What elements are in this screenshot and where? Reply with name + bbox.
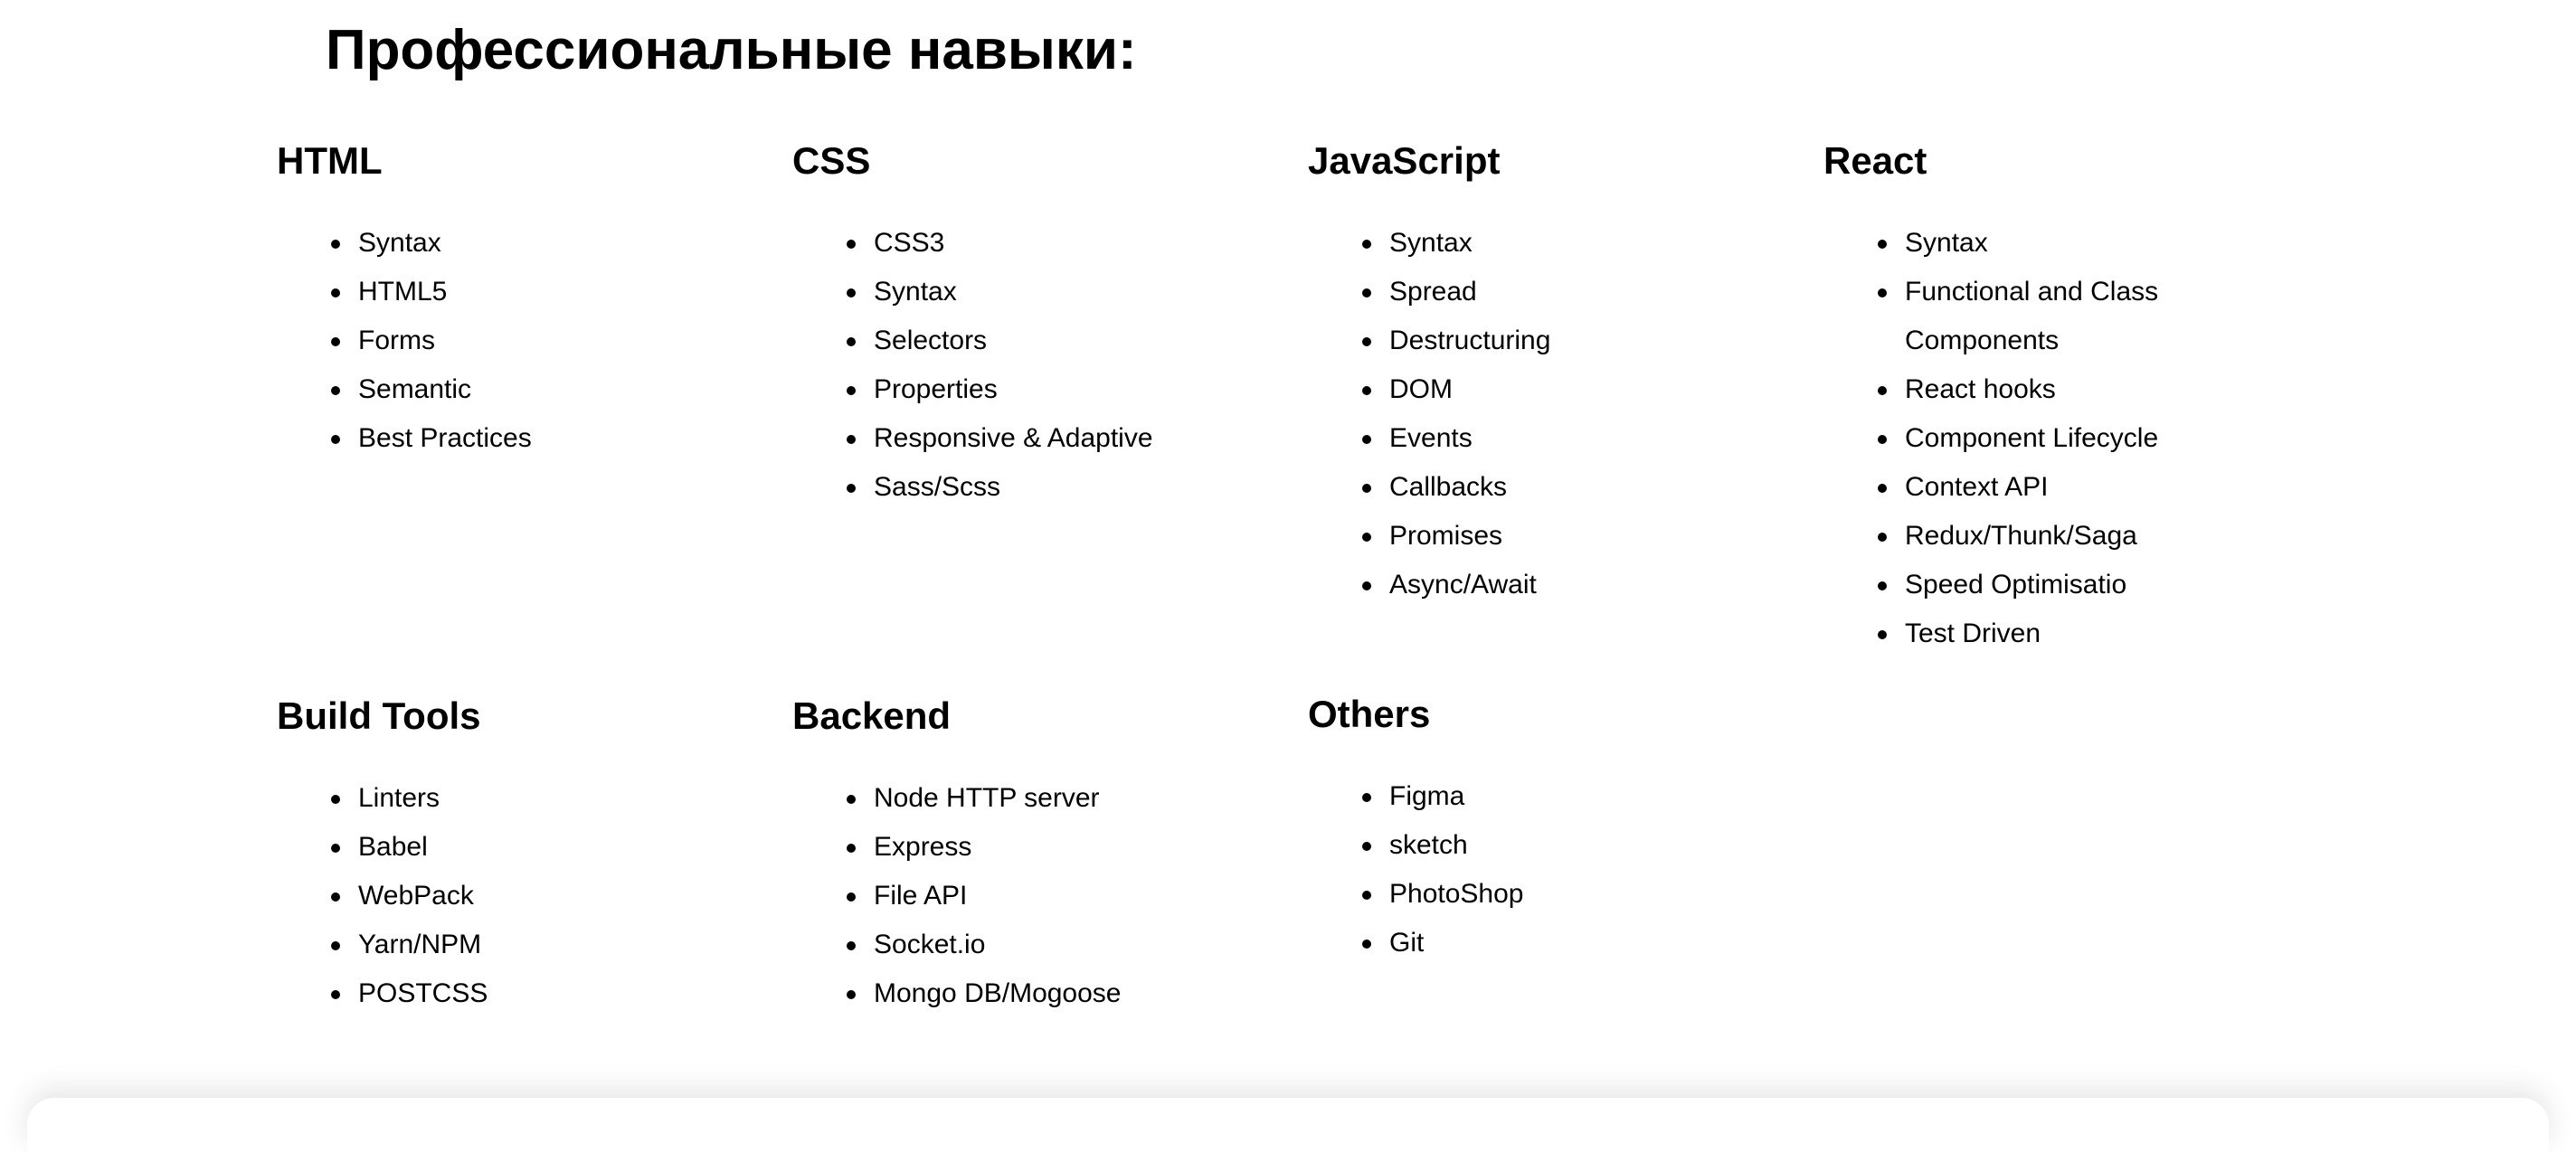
list-item: Best Practices [331,414,747,463]
group-title-others: Others [1308,693,1431,735]
list-item: Git [1362,919,1778,968]
skill-list-others: Figma sketch PhotoShop Git [1308,772,1778,968]
list-item: Speed Optimisatio [1878,561,2203,609]
list-item: Test Driven [1878,609,2203,658]
list-item: Syntax [1362,219,1778,268]
skill-list-backend: Node HTTP server Express File API Socket… [792,774,1263,1018]
list-item: Destructuring [1362,316,1778,365]
group-title-javascript: JavaScript [1308,139,1501,182]
skills-grid: HTML Syntax HTML5 Forms Semantic Best Pr… [277,0,2357,1116]
list-item: Responsive & Adaptive [847,414,1263,463]
list-item: POSTCSS [331,969,747,1018]
list-item: Semantic [331,365,747,414]
list-item: Babel [331,823,747,872]
skill-group-javascript: JavaScript Syntax Spread Destructuring D… [1308,137,1778,609]
skill-group-react: React Syntax Functional and Class Compon… [1823,137,2294,658]
skill-group-css: CSS CSS3 Syntax Selectors Properties Res… [792,137,1263,512]
group-title-react: React [1823,139,1927,182]
list-item: Forms [331,316,747,365]
skill-group-others: Others Figma sketch PhotoShop Git [1308,691,1778,968]
list-item: Functional and Class Components [1878,268,2203,365]
list-item: PhotoShop [1362,870,1778,919]
list-item: Events [1362,414,1778,463]
list-item: CSS3 [847,219,1263,268]
skill-list-build-tools: Linters Babel WebPack Yarn/NPM POSTCSS [277,774,747,1018]
skill-list-html: Syntax HTML5 Forms Semantic Best Practic… [277,219,747,463]
list-item: Syntax [847,268,1263,316]
list-item: Syntax [331,219,747,268]
list-item: React hooks [1878,365,2203,414]
list-item: Figma [1362,772,1778,821]
list-item: WebPack [331,872,747,921]
list-item: Properties [847,365,1263,414]
group-title-css: CSS [792,139,871,182]
list-item: sketch [1362,821,1778,870]
list-item: Syntax [1878,219,2203,268]
list-item: Component Lifecycle [1878,414,2203,463]
list-item: Socket.io [847,921,1263,969]
list-item: Spread [1362,268,1778,316]
list-item: Async/Await [1362,561,1778,609]
skill-group-html: HTML Syntax HTML5 Forms Semantic Best Pr… [277,137,747,463]
skill-list-react: Syntax Functional and Class Components R… [1823,219,2203,658]
list-item: Redux/Thunk/Saga [1878,512,2203,561]
skill-group-build-tools: Build Tools Linters Babel WebPack Yarn/N… [277,693,747,1018]
group-title-build-tools: Build Tools [277,694,481,737]
list-item: Mongo DB/Mogoose [847,969,1263,1018]
list-item: File API [847,872,1263,921]
skill-group-backend: Backend Node HTTP server Express File AP… [792,693,1263,1018]
list-item: Context API [1878,463,2203,512]
list-item: Yarn/NPM [331,921,747,969]
list-item: Sass/Scss [847,463,1263,512]
list-item: Promises [1362,512,1778,561]
next-section-edge [27,1098,2549,1152]
list-item: HTML5 [331,268,747,316]
group-title-backend: Backend [792,694,952,737]
list-item: Selectors [847,316,1263,365]
list-item: DOM [1362,365,1778,414]
skill-list-css: CSS3 Syntax Selectors Properties Respons… [792,219,1263,512]
skill-list-javascript: Syntax Spread Destructuring DOM Events C… [1308,219,1778,609]
group-title-html: HTML [277,139,383,182]
list-item: Express [847,823,1263,872]
list-item: Linters [331,774,747,823]
list-item: Node HTTP server [847,774,1263,823]
list-item: Callbacks [1362,463,1778,512]
